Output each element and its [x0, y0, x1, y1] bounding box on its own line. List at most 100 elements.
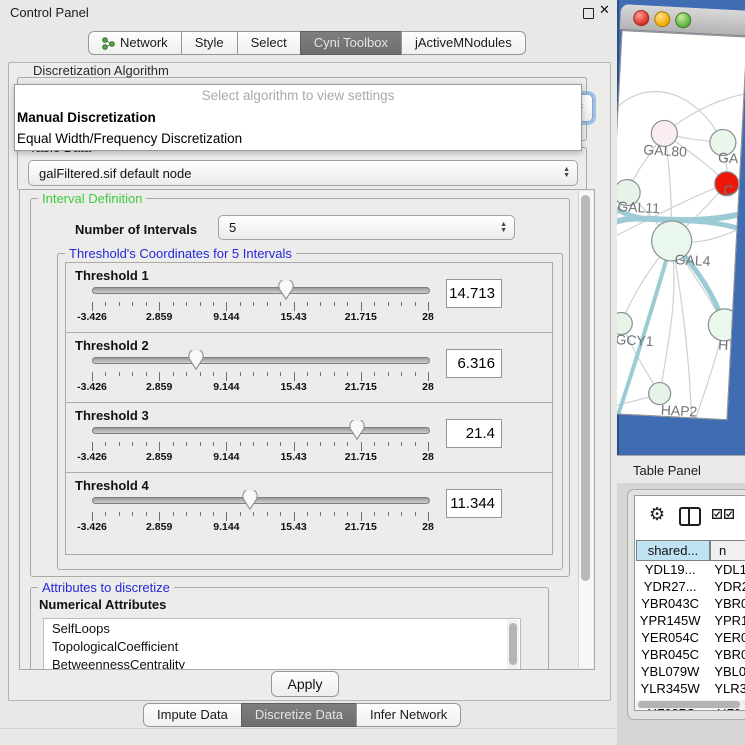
algorithm-option-manual-discretization[interactable]: Manual Discretization	[15, 107, 581, 128]
table-row[interactable]: YBR045CYBR0	[636, 647, 745, 664]
interval-definition-label: Interval Definition	[38, 191, 146, 206]
table-horizontal-scrollbar[interactable]	[636, 700, 745, 709]
table-row[interactable]: YBL079WYBL0	[636, 664, 745, 681]
numerical-attributes-list[interactable]: SelfLoopsTopologicalCoefficientBetweenne…	[43, 618, 521, 670]
table-toolbar: ⚙	[635, 496, 745, 536]
node-label: C	[723, 182, 734, 199]
slider-track	[92, 497, 430, 504]
threshold-panel-3: Threshold 3-3.4262.8599.14415.4321.71528…	[65, 402, 553, 473]
tab-select[interactable]: Select	[237, 31, 301, 55]
number-of-intervals-combobox[interactable]: 5 ▲▼	[218, 215, 515, 240]
viewport-scrollbar[interactable]	[578, 191, 593, 668]
slider-tick-labels: -3.4262.8599.14415.4321.71528	[92, 451, 428, 463]
slider-ticks	[92, 302, 428, 311]
slider-tick-labels: -3.4262.8599.14415.4321.71528	[92, 311, 428, 323]
slider-thumb[interactable]	[349, 420, 365, 440]
settings-scroll-viewport: Interval Definition Number of Intervals …	[19, 189, 595, 670]
table-row[interactable]: YDR27...YDR2	[636, 579, 745, 596]
close-icon[interactable]: ✕	[599, 2, 610, 18]
tab-infer-network[interactable]: Infer Network	[356, 703, 461, 727]
cell-name: YLR3	[704, 681, 745, 698]
numerical-attributes-label: Numerical Attributes	[39, 597, 166, 612]
threshold-panel-2: Threshold 2-3.4262.8599.14415.4321.71528…	[65, 332, 553, 403]
cell-shared-name: YER054C	[636, 630, 704, 647]
cell-name: YDL1	[704, 562, 745, 579]
table-rows: YDL19...YDL1YDR27...YDR2YBR043CYBR0YPR14…	[636, 562, 745, 711]
attribute-item-selfloops[interactable]: SelfLoops	[44, 619, 520, 637]
tab-style[interactable]: Style	[181, 31, 238, 55]
slider-thumb[interactable]	[278, 280, 294, 300]
algorithm-dropdown-popup: Select algorithm to view settings Manual…	[14, 84, 582, 151]
float-window-icon[interactable]	[583, 8, 594, 19]
split-table-icon[interactable]	[679, 507, 701, 526]
slider-thumb[interactable]	[242, 490, 258, 510]
threshold-slider-3[interactable]	[92, 419, 428, 439]
tab-discretize-data[interactable]: Discretize Data	[241, 703, 357, 727]
bottom-tab-bar: Impute DataDiscretize DataInfer Network	[143, 703, 461, 727]
table-data-combobox[interactable]: galFiltered.sif default node ▲▼	[28, 160, 578, 186]
table-panel-title: Table Panel	[633, 463, 701, 478]
threshold-slider-2[interactable]	[92, 349, 428, 369]
tab-label: Network	[120, 32, 168, 54]
slider-thumb[interactable]	[188, 350, 204, 370]
cell-shared-name: YBR045C	[636, 647, 704, 664]
slider-track	[92, 357, 430, 364]
table-row[interactable]: YDL19...YDL1	[636, 562, 745, 579]
network-icon	[102, 37, 115, 50]
node-label: GCY1	[617, 331, 654, 349]
tab-impute-data[interactable]: Impute Data	[143, 703, 242, 727]
cell-shared-name: YLR345W	[636, 681, 704, 698]
divider	[0, 728, 617, 729]
column-header-shared-name[interactable]: shared...	[636, 540, 710, 561]
control-panel-titlebar: Control Panel ✕	[0, 0, 617, 24]
network-canvas[interactable]: GAL80GACGAL11GAL4GCY1HHAP2	[617, 30, 745, 420]
cell-name: YPR1	[704, 613, 745, 630]
threshold-slider-1[interactable]	[92, 279, 428, 299]
gear-icon[interactable]: ⚙	[649, 504, 665, 525]
combo-arrows-icon: ▲▼	[500, 222, 507, 234]
node-table: ⚙ shared... n YDL19...YDL1YDR27...YDR2YB…	[634, 495, 745, 711]
algorithm-option-equal-width-frequency-discretization[interactable]: Equal Width/Frequency Discretization	[15, 128, 581, 149]
table-row[interactable]: YBR043CYBR0	[636, 596, 745, 613]
tab-network[interactable]: Network	[88, 31, 182, 55]
attributes-scrollbar[interactable]	[507, 620, 519, 670]
cell-shared-name: YBR043C	[636, 596, 704, 613]
threshold-value-field[interactable]: 21.4	[446, 419, 502, 448]
right-region: GAL80GACGAL11GAL4GCY1HHAP2 Table Panel ⚙…	[617, 0, 745, 745]
zoom-traffic-light[interactable]	[675, 12, 692, 29]
tab-jactivemnodules[interactable]: jActiveMNodules	[401, 31, 526, 55]
table-row[interactable]: YER054CYER0	[636, 630, 745, 647]
threshold-panel-4: Threshold 4-3.4262.8599.14415.4321.71528…	[65, 472, 553, 555]
node-label: H	[718, 337, 729, 354]
threshold-panel-1: Threshold 1-3.4262.8599.14415.4321.71528…	[65, 262, 553, 333]
cell-name: YDR2	[704, 579, 745, 596]
column-header-name[interactable]: n	[710, 540, 745, 561]
thresholds-group-label: Threshold's Coordinates for 5 Intervals	[65, 246, 296, 261]
table-row[interactable]: YPR145WYPR1	[636, 613, 745, 630]
close-traffic-light[interactable]	[633, 10, 650, 27]
cell-name: YBR0	[704, 647, 745, 664]
slider-ticks	[92, 442, 428, 451]
attributes-group: Attributes to discretize Numerical Attri…	[30, 587, 549, 670]
number-of-intervals-value: 5	[229, 220, 236, 235]
tab-cyni-toolbox[interactable]: Cyni Toolbox	[300, 31, 402, 55]
number-of-intervals-label: Number of Intervals	[75, 222, 197, 237]
threshold-value-field[interactable]: 11.344	[446, 489, 502, 518]
threshold-value-field[interactable]: 6.316	[446, 349, 502, 378]
cell-name: YBL0	[704, 664, 745, 681]
threshold-slider-4[interactable]	[92, 489, 428, 509]
table-row[interactable]: YLR345WYLR3	[636, 681, 745, 698]
interval-definition-group: Interval Definition Number of Intervals …	[30, 198, 570, 577]
checkbox-icon	[712, 509, 722, 519]
apply-button[interactable]: Apply	[271, 671, 339, 697]
network-graph: GAL80GACGAL11GAL4GCY1HHAP2	[617, 31, 745, 419]
threshold-value-field[interactable]: 14.713	[446, 279, 502, 308]
attribute-item-betweennesscentrality[interactable]: BetweennessCentrality	[44, 655, 520, 670]
minimize-traffic-light[interactable]	[654, 11, 671, 28]
algorithm-popup-prompt: Select algorithm to view settings	[15, 85, 581, 107]
tab-label: jActiveMNodules	[415, 32, 512, 54]
select-columns-icons[interactable]	[712, 509, 734, 519]
attribute-item-topologicalcoefficient[interactable]: TopologicalCoefficient	[44, 637, 520, 655]
tab-label: Style	[195, 32, 224, 54]
table-panel-container: ⚙ shared... n YDL19...YDL1YDR27...YDR2YB…	[627, 489, 745, 720]
